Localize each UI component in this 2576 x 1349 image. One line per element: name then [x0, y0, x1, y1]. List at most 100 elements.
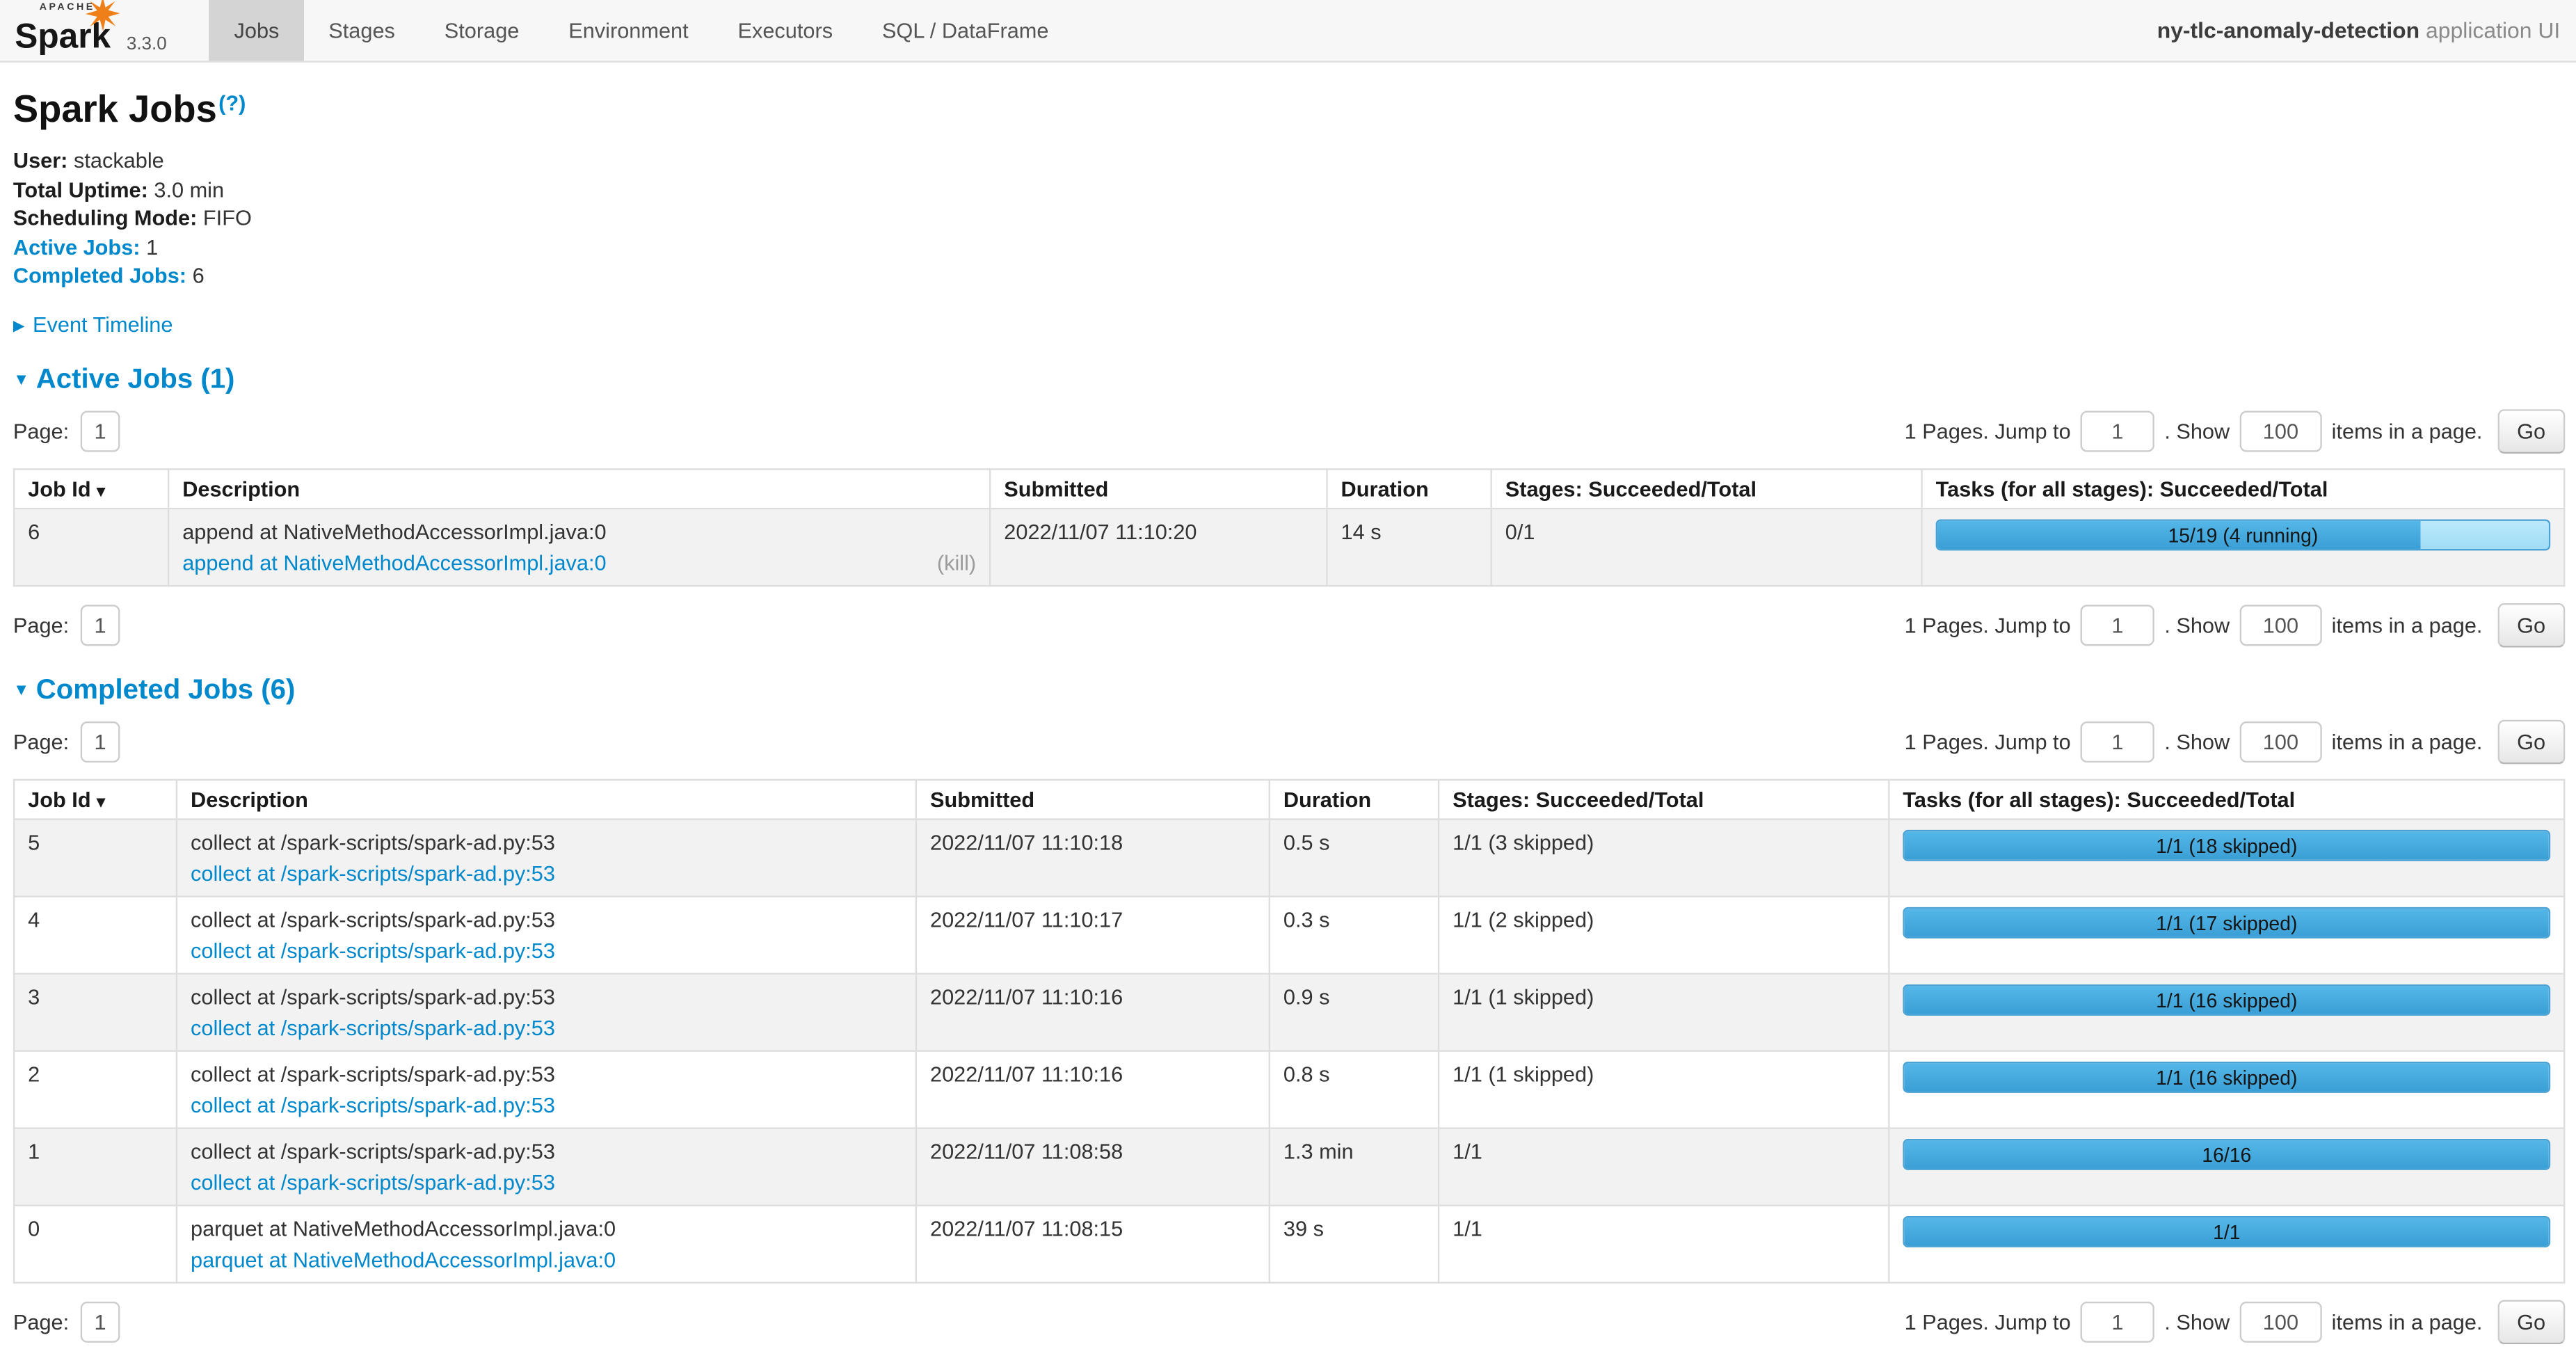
progress-label: 1/1 (16 skipped) [1905, 985, 2549, 1015]
items-text: items in a page. [2332, 612, 2483, 637]
job-id-cell: 4 [14, 895, 177, 973]
active-jobs-link[interactable]: Active Jobs: [13, 234, 141, 259]
completed-job-row: 5 collect at /spark-scripts/spark-ad.py:… [14, 818, 2564, 895]
job-id-cell: 1 [14, 1127, 177, 1204]
page-label: Page: [13, 612, 69, 637]
active-jobs-section-header[interactable]: ▼Active Jobs (1) [13, 362, 2565, 395]
tab-executors[interactable]: Executors [713, 0, 857, 61]
job-tasks-cell: 1/1 [1889, 1204, 2564, 1282]
job-detail-link[interactable]: collect at /spark-scripts/spark-ad.py:53 [191, 938, 555, 962]
go-button[interactable]: Go [2497, 719, 2566, 763]
col-duration[interactable]: Duration [1270, 779, 1439, 819]
go-button[interactable]: Go [2497, 408, 2566, 453]
job-stages-cell: 0/1 [1491, 508, 1922, 585]
tab-sql-dataframe[interactable]: SQL / DataFrame [858, 0, 1073, 61]
summary-user: User: stackable [13, 146, 2565, 175]
tasks-progress-bar: 1/1 (18 skipped) [1903, 829, 2550, 861]
job-submitted-cell: 2022/11/07 11:08:58 [916, 1127, 1270, 1204]
page-size-input[interactable] [2239, 721, 2321, 762]
kill-job-link[interactable]: (kill) [937, 550, 976, 574]
nav-tabs: Jobs Stages Storage Environment Executor… [209, 0, 1073, 61]
completed-jobs-link[interactable]: Completed Jobs: [13, 263, 186, 287]
tab-storage[interactable]: Storage [419, 0, 543, 61]
summary-uptime: Total Uptime: 3.0 min [13, 175, 2565, 204]
go-button[interactable]: Go [2497, 1299, 2566, 1343]
page-number-input[interactable] [81, 1301, 120, 1342]
job-submitted-cell: 2022/11/07 11:10:18 [916, 818, 1270, 895]
page-size-input[interactable] [2239, 604, 2321, 645]
progress-label: 1/1 (16 skipped) [1905, 1062, 2549, 1092]
page-size-input[interactable] [2239, 1301, 2321, 1342]
triangle-right-icon: ▶ [13, 317, 24, 333]
spark-logo[interactable]: APACHE Spark 3.3.0 [0, 0, 180, 61]
page-title: Spark Jobs(?) [13, 87, 2565, 131]
job-tasks-cell: 1/1 (17 skipped) [1889, 895, 2564, 973]
col-submitted[interactable]: Submitted [990, 468, 1327, 508]
col-description[interactable]: Description [168, 468, 990, 508]
tasks-progress-bar: 1/1 (16 skipped) [1903, 1061, 2550, 1092]
job-description-text: collect at /spark-scripts/spark-ad.py:53 [191, 1061, 902, 1085]
tab-jobs[interactable]: Jobs [209, 0, 304, 61]
items-text: items in a page. [2332, 418, 2483, 442]
tasks-progress-bar: 1/1 [1903, 1215, 2550, 1247]
job-description-cell: collect at /spark-scripts/spark-ad.py:53… [177, 818, 916, 895]
tab-environment[interactable]: Environment [544, 0, 713, 61]
job-description-cell: collect at /spark-scripts/spark-ad.py:53… [177, 1127, 916, 1204]
page-number-input[interactable] [81, 721, 120, 762]
job-detail-link[interactable]: collect at /spark-scripts/spark-ad.py:53 [191, 1092, 555, 1117]
tasks-progress-bar: 1/1 (17 skipped) [1903, 907, 2550, 938]
col-job-id[interactable]: Job Id ▾ [14, 468, 168, 508]
page-size-input[interactable] [2239, 410, 2321, 451]
job-detail-link[interactable]: collect at /spark-scripts/spark-ad.py:53 [191, 1015, 555, 1039]
show-text: . Show [2164, 612, 2230, 637]
completed-jobs-section-header[interactable]: ▼Completed Jobs (6) [13, 673, 2565, 705]
job-description-cell: append at NativeMethodAccessorImpl.java:… [168, 508, 990, 585]
col-stages[interactable]: Stages: Succeeded/Total [1439, 779, 1889, 819]
col-tasks[interactable]: Tasks (for all stages): Succeeded/Total [1922, 468, 2565, 508]
jump-to-input[interactable] [2081, 721, 2154, 762]
table-header-row: Job Id ▾ Description Submitted Duration … [14, 779, 2564, 819]
tab-stages[interactable]: Stages [304, 0, 419, 61]
job-stages-cell: 1/1 (1 skipped) [1439, 1050, 1889, 1127]
job-detail-link[interactable]: parquet at NativeMethodAccessorImpl.java… [191, 1247, 616, 1271]
col-submitted[interactable]: Submitted [916, 779, 1270, 819]
col-tasks[interactable]: Tasks (for all stages): Succeeded/Total [1889, 779, 2564, 819]
jump-to-input[interactable] [2081, 1301, 2154, 1342]
triangle-down-icon: ▼ [13, 371, 29, 389]
col-job-id[interactable]: Job Id ▾ [14, 779, 177, 819]
pages-jump-text: 1 Pages. Jump to [1905, 418, 2071, 442]
summary-list: User: stackable Total Uptime: 3.0 min Sc… [13, 146, 2565, 290]
page-title-text: Spark Jobs [13, 87, 217, 129]
spark-version: 3.3.0 [127, 35, 167, 54]
col-description[interactable]: Description [177, 779, 916, 819]
jump-to-input[interactable] [2081, 410, 2154, 451]
app-name-text: ny-tlc-anomaly-detection [2157, 18, 2419, 42]
page-number-input[interactable] [81, 410, 120, 451]
job-duration-cell: 0.8 s [1270, 1050, 1439, 1127]
job-id-cell: 0 [14, 1204, 177, 1282]
go-button[interactable]: Go [2497, 602, 2566, 647]
jump-to-input[interactable] [2081, 604, 2154, 645]
job-detail-link[interactable]: collect at /spark-scripts/spark-ad.py:53 [191, 861, 555, 885]
spark-star-icon [86, 0, 120, 31]
job-id-cell: 6 [14, 508, 168, 585]
col-stages[interactable]: Stages: Succeeded/Total [1491, 468, 1922, 508]
progress-label: 1/1 (17 skipped) [1905, 908, 2549, 938]
pages-jump-text: 1 Pages. Jump to [1905, 729, 2071, 753]
top-navbar: APACHE Spark 3.3.0 Jobs Stages Storage E… [0, 0, 2576, 63]
job-detail-link[interactable]: append at NativeMethodAccessorImpl.java:… [182, 550, 606, 574]
job-submitted-cell: 2022/11/07 11:10:20 [990, 508, 1327, 585]
help-link[interactable]: (?) [218, 90, 246, 115]
job-tasks-cell: 1/1 (16 skipped) [1889, 973, 2564, 1050]
page-number-input[interactable] [81, 604, 120, 645]
job-detail-link[interactable]: collect at /spark-scripts/spark-ad.py:53 [191, 1170, 555, 1194]
job-tasks-cell: 1/1 (16 skipped) [1889, 1050, 2564, 1127]
col-duration[interactable]: Duration [1327, 468, 1491, 508]
items-text: items in a page. [2332, 1309, 2483, 1333]
job-description-text: append at NativeMethodAccessorImpl.java:… [182, 518, 976, 543]
job-tasks-cell: 1/1 (18 skipped) [1889, 818, 2564, 895]
job-description-cell: parquet at NativeMethodAccessorImpl.java… [177, 1204, 916, 1282]
pagination-active-top: Page: 1 Pages. Jump to . Show items in a… [13, 408, 2565, 453]
event-timeline-toggle[interactable]: ▶Event Timeline [13, 312, 2565, 336]
completed-job-row: 4 collect at /spark-scripts/spark-ad.py:… [14, 895, 2564, 973]
